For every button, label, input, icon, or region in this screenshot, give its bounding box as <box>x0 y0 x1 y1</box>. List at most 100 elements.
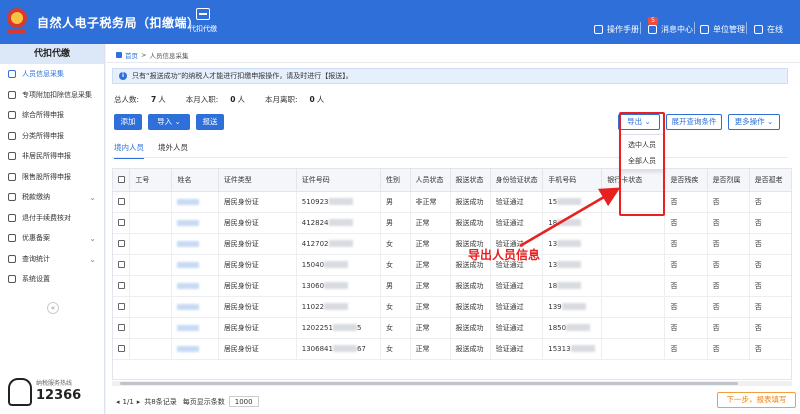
sidebar-item-person-info[interactable]: 人员信息采集 <box>0 64 104 85</box>
sidebar-item-label: 专项附加扣除信息采集 <box>22 90 92 99</box>
chevron-down-icon: ⌄ <box>767 117 774 126</box>
table-row[interactable]: 居民身份证12022515女正常报送成功验证通过1850否否否雇 <box>113 317 791 339</box>
total-count: 总人数: 7 人 <box>114 95 166 104</box>
row-checkbox[interactable] <box>113 275 131 297</box>
sidebar-item-comprehensive-income[interactable]: 综合所得申报 <box>0 105 104 126</box>
row-checkbox[interactable] <box>113 254 131 276</box>
cell-elderly: 否 <box>749 338 791 360</box>
scrollbar-thumb[interactable] <box>120 382 738 385</box>
column-header[interactable]: 是否孤老 <box>749 169 791 192</box>
cell-person-status: 正常 <box>410 254 451 276</box>
sidebar-item-label: 限售股所得申报 <box>22 172 71 181</box>
online-status[interactable]: 在线 <box>754 22 783 36</box>
sidebar-item-query-stats[interactable]: 查询统计 ⌄ <box>0 249 104 270</box>
sidebar-item-nonresident-income[interactable]: 非居民所得申报 <box>0 146 104 167</box>
cell-submit-status: 报送成功 <box>450 275 491 297</box>
cell-elderly: 否 <box>749 212 791 234</box>
cell-id-type: 居民身份证 <box>218 254 297 276</box>
page-indicator: 1/1 <box>122 397 134 406</box>
column-header[interactable]: 任职 <box>791 169 792 191</box>
org-management-link[interactable]: 单位管理 <box>700 22 745 36</box>
top-header: 自然人电子税务局（扣缴端） 代扣代缴 操作手册 消息中心 5 单位管理 在线 <box>0 0 800 44</box>
cell-name <box>171 233 219 255</box>
more-actions-button[interactable]: 更多操作 ⌄ <box>728 114 780 130</box>
nav-tile-withholding[interactable]: 代扣代缴 <box>182 6 224 42</box>
sidebar-item-refund-fee[interactable]: 退付手续费核对 <box>0 208 104 229</box>
row-checkbox[interactable] <box>113 296 131 318</box>
cell-employee-no <box>129 233 173 255</box>
cell-employee-no <box>129 275 173 297</box>
divider <box>112 157 788 158</box>
submit-button[interactable]: 报送 <box>196 114 224 130</box>
cell-id-number: 11022 <box>296 296 382 318</box>
row-checkbox[interactable] <box>113 191 131 213</box>
breadcrumb-home[interactable]: 首页 <box>125 50 138 60</box>
cell-employment: 雇 <box>791 275 792 296</box>
sidebar-item-label: 税款缴纳 <box>22 193 50 202</box>
cell-person-status: 正常 <box>410 296 451 318</box>
row-checkbox[interactable] <box>113 212 131 234</box>
table-row[interactable]: 居民身份证412824男正常报送成功验证通过18否否否雇 <box>113 212 791 234</box>
horizontal-scrollbar[interactable] <box>112 381 792 386</box>
cell-employee-no <box>129 212 173 234</box>
first-page-icon[interactable]: ◂ <box>116 398 120 406</box>
column-header[interactable]: 证件类型 <box>218 169 297 192</box>
sidebar-item-system-settings[interactable]: 系统设置 <box>0 269 104 290</box>
column-header[interactable]: 是否残疾 <box>664 169 708 192</box>
add-button[interactable]: 添加 <box>114 114 142 130</box>
page-size-input[interactable]: 1000 <box>228 396 259 407</box>
chevron-down-icon: ⌄ <box>89 193 96 202</box>
cell-martyr: 否 <box>707 212 750 234</box>
column-header[interactable]: 报送状态 <box>450 169 491 192</box>
cell-disabled: 否 <box>664 212 708 234</box>
expand-query-button[interactable]: 展开查询条件 <box>666 114 722 130</box>
sidebar-item-classified-income[interactable]: 分类所得申报 <box>0 126 104 147</box>
cell-phone: 13 <box>542 254 603 276</box>
column-header[interactable]: 人员状态 <box>410 169 451 192</box>
import-button[interactable]: 导入 ⌄ <box>148 114 190 130</box>
column-header[interactable]: 姓名 <box>171 169 219 192</box>
manual-link[interactable]: 操作手册 <box>594 22 639 36</box>
cell-name <box>171 191 219 213</box>
sidebar-item-special-deduction[interactable]: 专项附加扣除信息采集 <box>0 85 104 106</box>
table-row[interactable]: 居民身份证15040女正常报送成功验证通过13否否否雇 <box>113 254 791 276</box>
column-header[interactable]: 证件号码 <box>296 169 382 192</box>
divider <box>106 62 800 63</box>
sidebar-item-preferential-filing[interactable]: 优惠备案 ⌄ <box>0 228 104 249</box>
submit-notice: i 只有“报送成功”的纳税人才能进行扣缴申报操作，请及时进行【报送】。 <box>112 68 788 84</box>
table-row[interactable]: 居民身份证412702女正常报送成功验证通过13否否否雇 <box>113 233 791 255</box>
sidebar-collapse-button[interactable]: « <box>47 302 59 314</box>
stock-icon <box>8 172 16 181</box>
cell-gender: 男 <box>380 275 411 297</box>
sidebar-item-restricted-stock[interactable]: 限售股所得申报 <box>0 167 104 188</box>
column-header[interactable]: 性别 <box>380 169 411 192</box>
row-checkbox[interactable] <box>113 233 131 255</box>
column-header[interactable]: 是否烈属 <box>707 169 750 192</box>
last-page-icon[interactable]: ▸ <box>137 398 141 406</box>
sidebar-item-label: 优惠备案 <box>22 234 50 243</box>
table-row[interactable]: 居民身份证11022女正常报送成功验证通过139否否否雇 <box>113 296 791 318</box>
cell-name <box>171 212 219 234</box>
table-row[interactable]: 居民身份证510923男非正常报送成功验证通过15否否否雇 <box>113 191 791 213</box>
person-table: 工号 姓名 证件类型 证件号码 性别 人员状态 报送状态 身份验证状态 手机号码… <box>112 168 792 380</box>
sidebar-item-tax-payment[interactable]: 税款缴纳 ⌄ <box>0 187 104 208</box>
cell-employee-no <box>129 296 173 318</box>
select-all-checkbox[interactable] <box>113 169 131 192</box>
message-icon <box>648 24 657 34</box>
discount-icon <box>8 234 16 243</box>
cell-submit-status: 报送成功 <box>450 191 491 213</box>
cell-id-type: 居民身份证 <box>218 275 297 297</box>
page-size-label: 每页显示条数 <box>182 397 225 406</box>
row-checkbox[interactable] <box>113 317 131 339</box>
table-row[interactable]: 居民身份证13060男正常报送成功验证通过18否否否雇 <box>113 275 792 297</box>
table-row[interactable]: 居民身份证130684167女正常报送成功验证通过15313否否否雇 <box>113 338 791 360</box>
header-divider <box>694 22 695 34</box>
cell-martyr: 否 <box>707 254 750 276</box>
cell-name <box>171 317 219 339</box>
row-checkbox[interactable] <box>113 338 131 360</box>
column-header[interactable]: 工号 <box>129 169 173 192</box>
cell-id-type: 居民身份证 <box>218 212 297 234</box>
settings-icon <box>8 275 16 284</box>
cell-employee-no <box>129 317 173 339</box>
next-step-button[interactable]: 下一步，报表填写 <box>717 392 796 408</box>
